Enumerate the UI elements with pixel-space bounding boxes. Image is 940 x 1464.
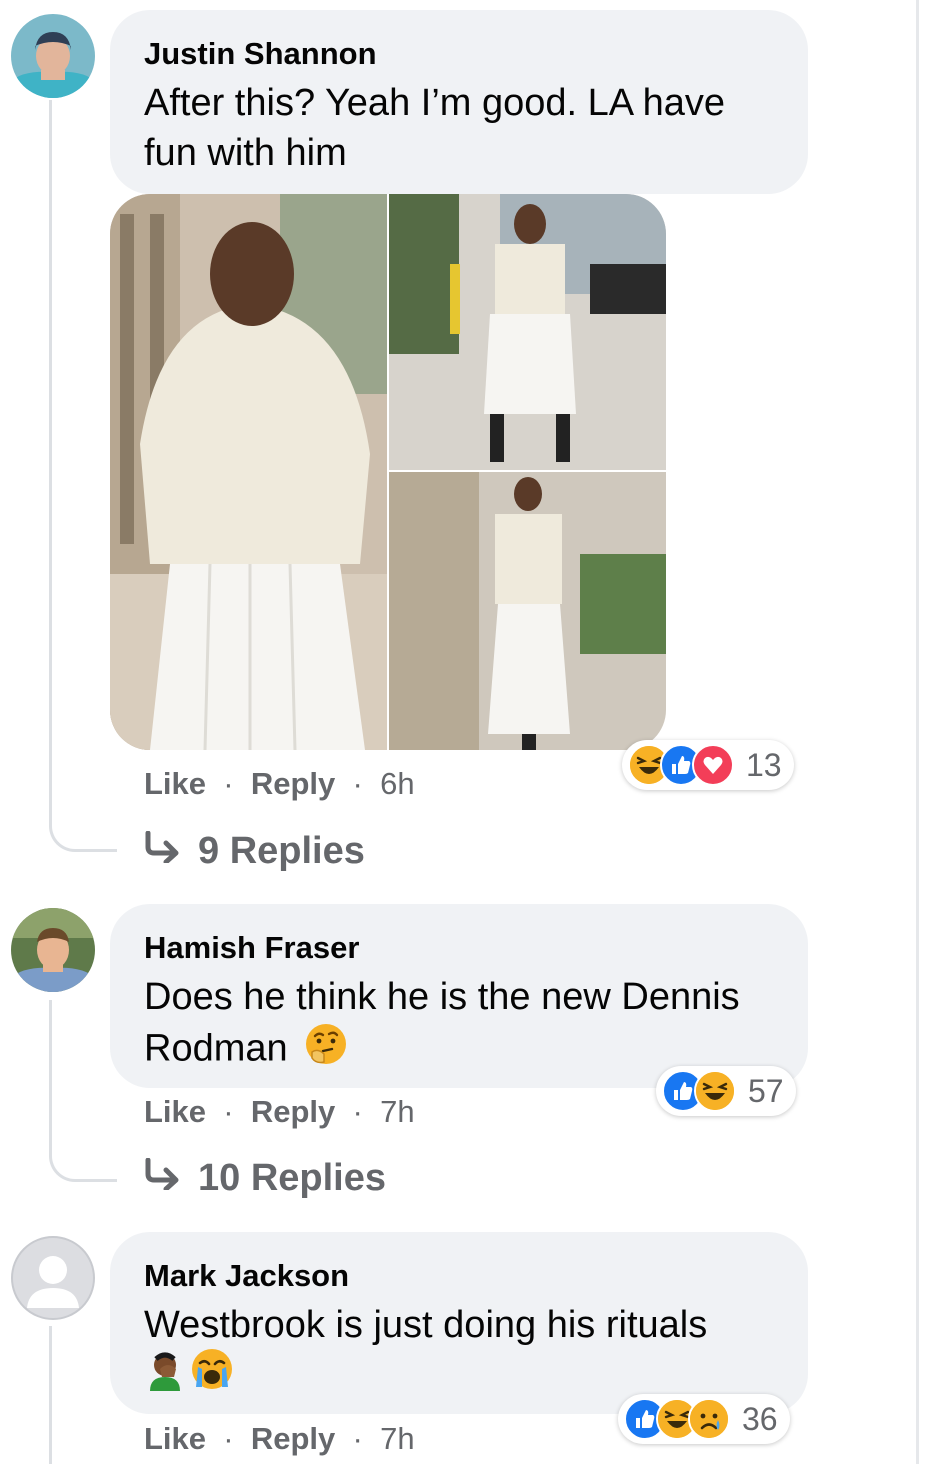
- comment-photo-collage[interactable]: [110, 194, 666, 750]
- separator: ·: [214, 1094, 243, 1129]
- default-avatar-icon[interactable]: [11, 1236, 95, 1320]
- separator: ·: [343, 766, 372, 801]
- comment-text-line: fun with him: [144, 132, 347, 174]
- thread-connector: [49, 1150, 117, 1182]
- comment-text-line: Westbrook is just doing his rituals: [144, 1304, 708, 1346]
- thread-line: [49, 1326, 52, 1464]
- comment-bubble: Hamish Fraser Does he think he is the ne…: [110, 904, 808, 1088]
- comment-author[interactable]: Mark Jackson: [144, 1258, 774, 1294]
- avatar[interactable]: [11, 14, 95, 98]
- reaction-count: 13: [746, 746, 782, 783]
- feed-divider: [916, 0, 919, 1464]
- replies-count[interactable]: 9 Replies: [198, 829, 365, 873]
- timestamp[interactable]: 6h: [380, 766, 414, 801]
- avatar[interactable]: [11, 908, 95, 992]
- comment-text-line: After this? Yeah I’m good. LA have: [144, 82, 725, 124]
- like-link[interactable]: Like: [144, 1094, 206, 1129]
- reply-arrow-icon: [144, 829, 184, 873]
- view-replies-link[interactable]: 10 Replies: [144, 1156, 386, 1200]
- sad-icon: [688, 1398, 730, 1440]
- comment-text-segment: Rodman: [144, 1027, 288, 1070]
- thread-line: [49, 100, 52, 820]
- comment-actions: Like · Reply · 6h: [144, 766, 415, 802]
- thinking-face-icon: [304, 1022, 348, 1079]
- comment-text-line: Does he think he is the new Dennis: [144, 976, 740, 1018]
- thread-line: [49, 1000, 52, 1150]
- reply-link[interactable]: Reply: [251, 1421, 335, 1456]
- reaction-count: 36: [742, 1400, 778, 1437]
- thread-connector: [49, 820, 117, 852]
- comment-text: After this? Yeah I’m good. LA have fun w…: [144, 78, 774, 178]
- reaction-count: 57: [748, 1072, 784, 1109]
- comment-bubble: Mark Jackson Westbrook is just doing his…: [110, 1232, 808, 1414]
- comment-author[interactable]: Hamish Fraser: [144, 930, 774, 966]
- reply-link[interactable]: Reply: [251, 1094, 335, 1129]
- comment-emoji-line: [144, 1348, 774, 1400]
- comment-bubble: Justin Shannon After this? Yeah I’m good…: [110, 10, 808, 194]
- separator: ·: [214, 1421, 243, 1456]
- haha-icon: [694, 1070, 736, 1112]
- reaction-summary[interactable]: 13: [622, 740, 794, 790]
- comment-author[interactable]: Justin Shannon: [144, 36, 774, 72]
- reply-link[interactable]: Reply: [251, 766, 335, 801]
- like-link[interactable]: Like: [144, 1421, 206, 1456]
- replies-count[interactable]: 10 Replies: [198, 1156, 386, 1200]
- separator: ·: [214, 766, 243, 801]
- reaction-summary[interactable]: 57: [656, 1066, 796, 1116]
- love-icon: [692, 744, 734, 786]
- comment-text: Does he think he is the new Dennis Rodma…: [144, 972, 774, 1079]
- like-link[interactable]: Like: [144, 766, 206, 801]
- crying-face-icon: [190, 1347, 234, 1404]
- timestamp[interactable]: 7h: [380, 1094, 414, 1129]
- reply-arrow-icon: [144, 1156, 184, 1200]
- separator: ·: [343, 1421, 372, 1456]
- facepalm-icon: [144, 1347, 186, 1404]
- reaction-summary[interactable]: 36: [618, 1394, 790, 1444]
- comment-actions: Like · Reply · 7h: [144, 1094, 415, 1130]
- separator: ·: [343, 1094, 372, 1129]
- comment-actions: Like · Reply · 7h: [144, 1421, 415, 1457]
- timestamp[interactable]: 7h: [380, 1421, 414, 1456]
- comment-text: Westbrook is just doing his rituals: [144, 1300, 774, 1400]
- view-replies-link[interactable]: 9 Replies: [144, 829, 365, 873]
